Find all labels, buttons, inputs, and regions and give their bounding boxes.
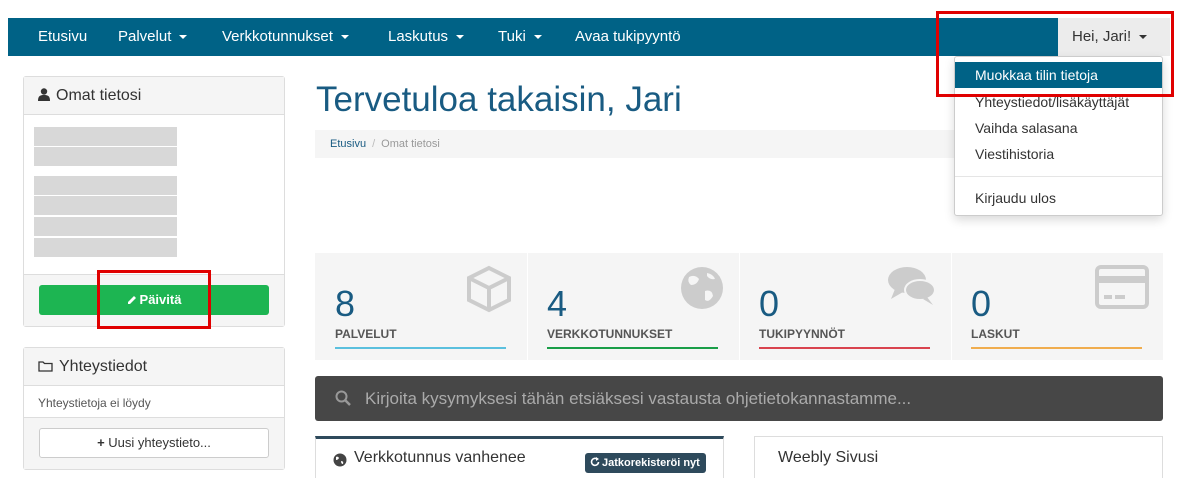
menu-email-history-label: Viestihistoria xyxy=(975,146,1055,162)
caret-down-icon xyxy=(340,35,349,40)
tile-underline xyxy=(335,347,506,349)
nav-open-ticket[interactable]: Avaa tukipyyntö xyxy=(575,18,681,56)
folder-icon xyxy=(38,361,53,372)
tile-label: PALVELUT xyxy=(335,327,397,341)
cube-icon xyxy=(467,265,511,313)
nav-home-label: Etusivu xyxy=(38,28,88,45)
nav-billing-label: Laskutus xyxy=(388,28,449,45)
caret-down-icon xyxy=(533,35,542,40)
redacted-field xyxy=(34,217,177,236)
breadcrumb-home-link[interactable]: Etusivu xyxy=(330,138,366,150)
redacted-field xyxy=(34,196,177,215)
nav-services[interactable]: Palvelut xyxy=(118,18,188,56)
refresh-icon xyxy=(590,457,600,467)
menu-change-password-label: Vaihda salasana xyxy=(975,120,1078,136)
nav-support[interactable]: Tuki xyxy=(498,18,542,56)
redacted-field xyxy=(34,238,177,257)
highlight-box-user-menu xyxy=(936,11,1174,97)
weebly-panel-title: Weebly Sivusi xyxy=(778,449,879,466)
contacts-empty-text: Yhteystietoja ei löydy xyxy=(38,396,151,410)
new-contact-button[interactable]: + Uusi yhteystieto... xyxy=(39,428,269,458)
comments-icon xyxy=(888,267,936,305)
menu-logout[interactable]: Kirjaudu ulos xyxy=(955,185,1162,211)
tile-services[interactable]: 8 PALVELUT xyxy=(315,253,527,360)
tile-number: 8 xyxy=(335,283,356,324)
weebly-panel: Weebly Sivusi xyxy=(754,436,1163,478)
tile-number: 0 xyxy=(971,283,992,324)
nav-open-ticket-label: Avaa tukipyyntö xyxy=(575,28,681,45)
tile-label: LASKUT xyxy=(971,327,1020,341)
redacted-field xyxy=(34,147,177,166)
globe-icon xyxy=(681,267,723,309)
renew-now-button[interactable]: Jatkorekisteröi nyt xyxy=(585,453,706,473)
highlight-box-update-button xyxy=(97,270,211,329)
tile-underline xyxy=(971,347,1142,349)
breadcrumb-separator: / xyxy=(372,138,376,150)
caret-down-icon xyxy=(456,35,465,40)
tile-invoices[interactable]: 0 LASKUT xyxy=(951,253,1163,360)
redacted-field xyxy=(34,127,177,146)
tile-underline xyxy=(547,347,718,349)
nav-services-label: Palvelut xyxy=(118,28,172,45)
menu-email-history[interactable]: Viestihistoria xyxy=(955,141,1162,167)
contacts-panel-title: Yhteystiedot xyxy=(59,358,148,375)
credit-card-icon xyxy=(1095,265,1149,309)
nav-home[interactable]: Etusivu xyxy=(38,18,87,56)
tile-number: 4 xyxy=(547,283,568,324)
profile-panel-title: Omat tietosi xyxy=(56,87,142,104)
tile-underline xyxy=(759,347,930,349)
caret-down-icon xyxy=(179,35,188,40)
renew-now-label: Jatkorekisteröi nyt xyxy=(602,457,700,469)
menu-logout-label: Kirjaudu ulos xyxy=(975,190,1056,206)
contacts-panel-footer: + Uusi yhteystieto... xyxy=(24,417,284,469)
user-icon xyxy=(38,88,50,101)
breadcrumb-current: Omat tietosi xyxy=(381,138,440,150)
tile-label: TUKIPYYNNÖT xyxy=(759,327,846,341)
tile-label: VERKKOTUNNUKSET xyxy=(547,327,673,341)
breadcrumb: Etusivu / Omat tietosi xyxy=(315,130,955,158)
search-placeholder: Kirjoita kysymyksesi tähän etsiäksesi va… xyxy=(365,389,912,408)
menu-change-password[interactable]: Vaihda salasana xyxy=(955,115,1162,141)
page-title: Tervetuloa takaisin, Jari xyxy=(316,80,682,119)
contacts-panel: Yhteystiedot Yhteystietoja ei löydy + Uu… xyxy=(23,347,285,470)
plus-icon: + xyxy=(97,435,105,450)
nav-support-label: Tuki xyxy=(498,28,526,45)
contacts-panel-heading: Yhteystiedot xyxy=(24,348,284,386)
profile-panel-heading: Omat tietosi xyxy=(24,77,284,115)
globe-icon xyxy=(333,453,347,467)
search-icon xyxy=(335,390,351,406)
domain-expiry-title: Verkkotunnus vanhenee xyxy=(354,449,526,466)
tile-number: 0 xyxy=(759,283,780,324)
nav-billing[interactable]: Laskutus xyxy=(388,18,465,56)
knowledgebase-search-input[interactable]: Kirjoita kysymyksesi tähän etsiäksesi va… xyxy=(315,376,1163,421)
domain-expiry-panel: Verkkotunnus vanhenee Jatkorekisteröi ny… xyxy=(315,436,724,478)
nav-domains-label: Verkkotunnukset xyxy=(222,28,333,45)
stats-tiles: 8 PALVELUT 4 VERKKOTUNNUKSET 0 TUKIPYYNN… xyxy=(315,253,1163,360)
nav-domains[interactable]: Verkkotunnukset xyxy=(222,18,349,56)
new-contact-button-label: Uusi yhteystieto... xyxy=(108,435,211,450)
menu-divider xyxy=(955,176,1162,177)
redacted-field xyxy=(34,176,177,195)
tile-tickets[interactable]: 0 TUKIPYYNNÖT xyxy=(739,253,951,360)
tile-domains[interactable]: 4 VERKKOTUNNUKSET xyxy=(527,253,739,360)
